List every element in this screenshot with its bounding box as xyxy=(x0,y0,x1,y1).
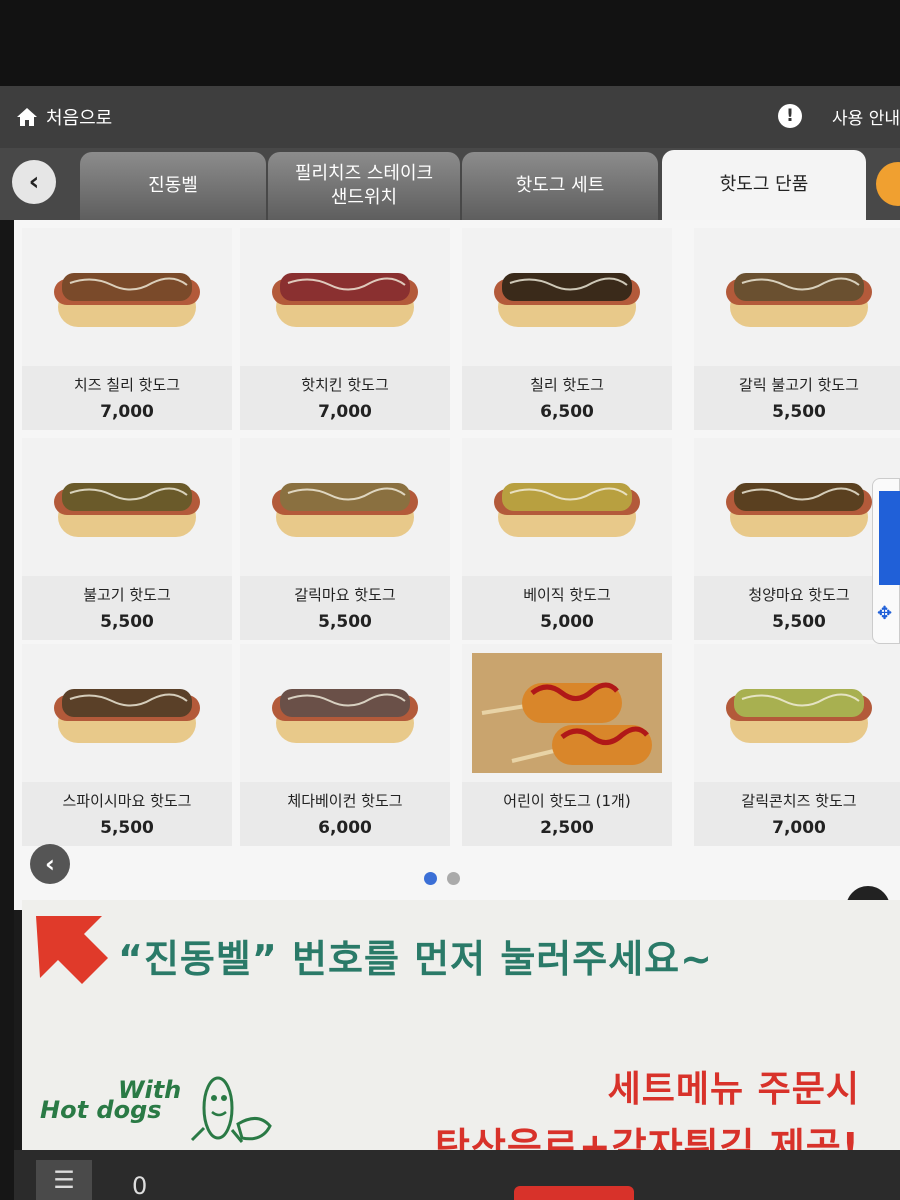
menu-item-price: 6,000 xyxy=(318,818,372,838)
menu-item-card[interactable]: 갈릭콘치즈 핫도그 7,000 xyxy=(694,644,900,846)
menu-item-card[interactable]: 갈릭 불고기 핫도그 5,500 xyxy=(694,228,900,430)
menu-item-price: 5,500 xyxy=(772,612,826,632)
hotdog-spicy-mayo-icon xyxy=(22,644,232,782)
help-label: 사용 안내 xyxy=(832,108,900,129)
menu-item-name: 핫치킨 핫도그 xyxy=(301,376,389,394)
menu-panel: 치즈 칠리 핫도그 7,000 핫치킨 핫도그 7,000 칠리 핫도그 6,500 갈릭 … xyxy=(14,220,900,930)
menu-item-name: 청양마요 핫도그 xyxy=(748,586,850,604)
corndog-kids-icon xyxy=(462,644,672,782)
tab-hotdog-set[interactable]: 핫도그 세트 xyxy=(462,152,658,220)
hotdog-cheongyang-mayo-icon xyxy=(694,438,900,576)
brand-logo: With Hot dogs xyxy=(38,1068,278,1148)
menu-item-card[interactable]: 체다베이컨 핫도그 6,000 xyxy=(240,644,450,846)
tab-philly-cheese-steak[interactable]: 필리치즈 스테이크 샌드위치 xyxy=(268,152,460,220)
menu-item-name: 스파이시마요 핫도그 xyxy=(62,792,192,810)
menu-item-name: 체다베이컨 핫도그 xyxy=(287,792,403,810)
hotdog-basic-icon xyxy=(462,438,672,576)
header-bar: 처음으로 ! 사용 안내 xyxy=(0,86,900,148)
menu-item-card[interactable]: 갈릭마요 핫도그 5,500 xyxy=(240,438,450,640)
menu-item-name: 어린이 핫도그 (1개) xyxy=(503,792,631,810)
menu-item-card[interactable]: 핫치킨 핫도그 7,000 xyxy=(240,228,450,430)
menu-item-name: 갈릭마요 핫도그 xyxy=(294,586,396,604)
category-tabs: ‹ 진동벨 필리치즈 스테이크 샌드위치 핫도그 세트 핫도그 단품 xyxy=(0,148,900,220)
menu-item-price: 7,000 xyxy=(100,402,154,422)
menu-item-price: 5,500 xyxy=(100,612,154,632)
tab-hotdog-single[interactable]: 핫도그 단품 xyxy=(662,150,866,220)
menu-item-price: 5,500 xyxy=(318,612,372,632)
menu-icon: ☰ xyxy=(53,1166,75,1194)
hotdog-cheese-chili-icon xyxy=(22,228,232,366)
menu-item-card[interactable]: 청양마요 핫도그 5,500 xyxy=(694,438,900,640)
hotdog-garlic-corn-cheese-icon xyxy=(694,644,900,782)
tab-next-button[interactable] xyxy=(876,162,900,206)
page-dot-2[interactable] xyxy=(447,872,460,885)
hotdog-garlic-mayo-icon xyxy=(240,438,450,576)
arrow-up-left-icon xyxy=(36,916,108,984)
menu-item-price: 7,000 xyxy=(318,402,372,422)
page-indicator xyxy=(424,872,460,885)
chevron-left-icon: ‹ xyxy=(28,167,40,197)
page-prev-button[interactable]: ‹ xyxy=(30,844,70,884)
bell-notice: “진동벨” 번호를 먼저 눌러주세요~ xyxy=(118,937,713,981)
tab-prev-button[interactable]: ‹ xyxy=(12,160,56,204)
hotdog-garlic-bulgogi-icon xyxy=(694,228,900,366)
home-button[interactable]: 처음으로 xyxy=(16,102,112,132)
hotdog-hot-chicken-icon xyxy=(240,228,450,366)
menu-item-card[interactable]: 불고기 핫도그 5,500 xyxy=(22,438,232,640)
promo-line-1: 세트메뉴 주문시 xyxy=(607,1069,860,1110)
menu-item-price: 6,500 xyxy=(540,402,594,422)
menu-item-name: 베이직 핫도그 xyxy=(523,586,611,604)
screen-bezel xyxy=(0,0,900,86)
tab-vibrating-bell[interactable]: 진동벨 xyxy=(80,152,266,220)
menu-item-price: 2,500 xyxy=(540,818,594,838)
menu-item-name: 갈릭콘치즈 핫도그 xyxy=(741,792,857,810)
menu-item-card[interactable]: 스파이시마요 핫도그 5,500 xyxy=(22,644,232,846)
home-label: 처음으로 xyxy=(46,108,113,129)
home-icon xyxy=(17,108,37,126)
cart-bar: ☰ 0 xyxy=(14,1150,900,1200)
hotdog-chili-icon xyxy=(462,228,672,366)
menu-item-name: 치즈 칠리 핫도그 xyxy=(73,376,181,394)
page-dot-1[interactable] xyxy=(424,872,437,885)
hotdog-bulgogi-icon xyxy=(22,438,232,576)
menu-item-card[interactable]: 치즈 칠리 핫도그 7,000 xyxy=(22,228,232,430)
widget-handle xyxy=(879,491,900,585)
menu-item-price: 5,500 xyxy=(100,818,154,838)
exclamation-icon: ! xyxy=(778,104,803,128)
move-icon: ✥ xyxy=(877,603,893,624)
menu-item-price: 5,500 xyxy=(772,402,826,422)
chevron-left-icon: ‹ xyxy=(45,850,55,878)
menu-grid: 치즈 칠리 핫도그 7,000 핫치킨 핫도그 7,000 칠리 핫도그 6,500 갈릭 … xyxy=(18,224,900,846)
pay-button[interactable] xyxy=(514,1186,634,1200)
menu-item-price: 7,000 xyxy=(772,818,826,838)
promo-banner: “진동벨” 번호를 먼저 눌러주세요~ With Hot dogs 세트메뉴 주… xyxy=(22,900,900,1169)
help-button[interactable]: ! 사용 안내 xyxy=(778,100,900,132)
logo-hotdogs-text: Hot dogs xyxy=(40,1096,162,1124)
screen-bezel-left xyxy=(0,86,14,1200)
menu-item-card[interactable]: 칠리 핫도그 6,500 xyxy=(462,228,672,430)
menu-item-card[interactable]: 어린이 핫도그 (1개) 2,500 xyxy=(462,644,672,846)
hotdog-cheddar-bacon-icon xyxy=(240,644,450,782)
menu-item-name: 칠리 핫도그 xyxy=(530,376,604,394)
menu-item-card[interactable]: 베이직 핫도그 5,000 xyxy=(462,438,672,640)
menu-item-name: 갈릭 불고기 핫도그 xyxy=(739,376,859,394)
hotdog-mascot-icon xyxy=(190,1076,272,1143)
cart-menu-button[interactable]: ☰ xyxy=(36,1160,92,1200)
accessibility-widget[interactable]: ✥ xyxy=(872,478,900,644)
menu-item-name: 불고기 핫도그 xyxy=(83,586,171,604)
cart-count: 0 xyxy=(132,1172,148,1200)
menu-item-price: 5,000 xyxy=(540,612,594,632)
